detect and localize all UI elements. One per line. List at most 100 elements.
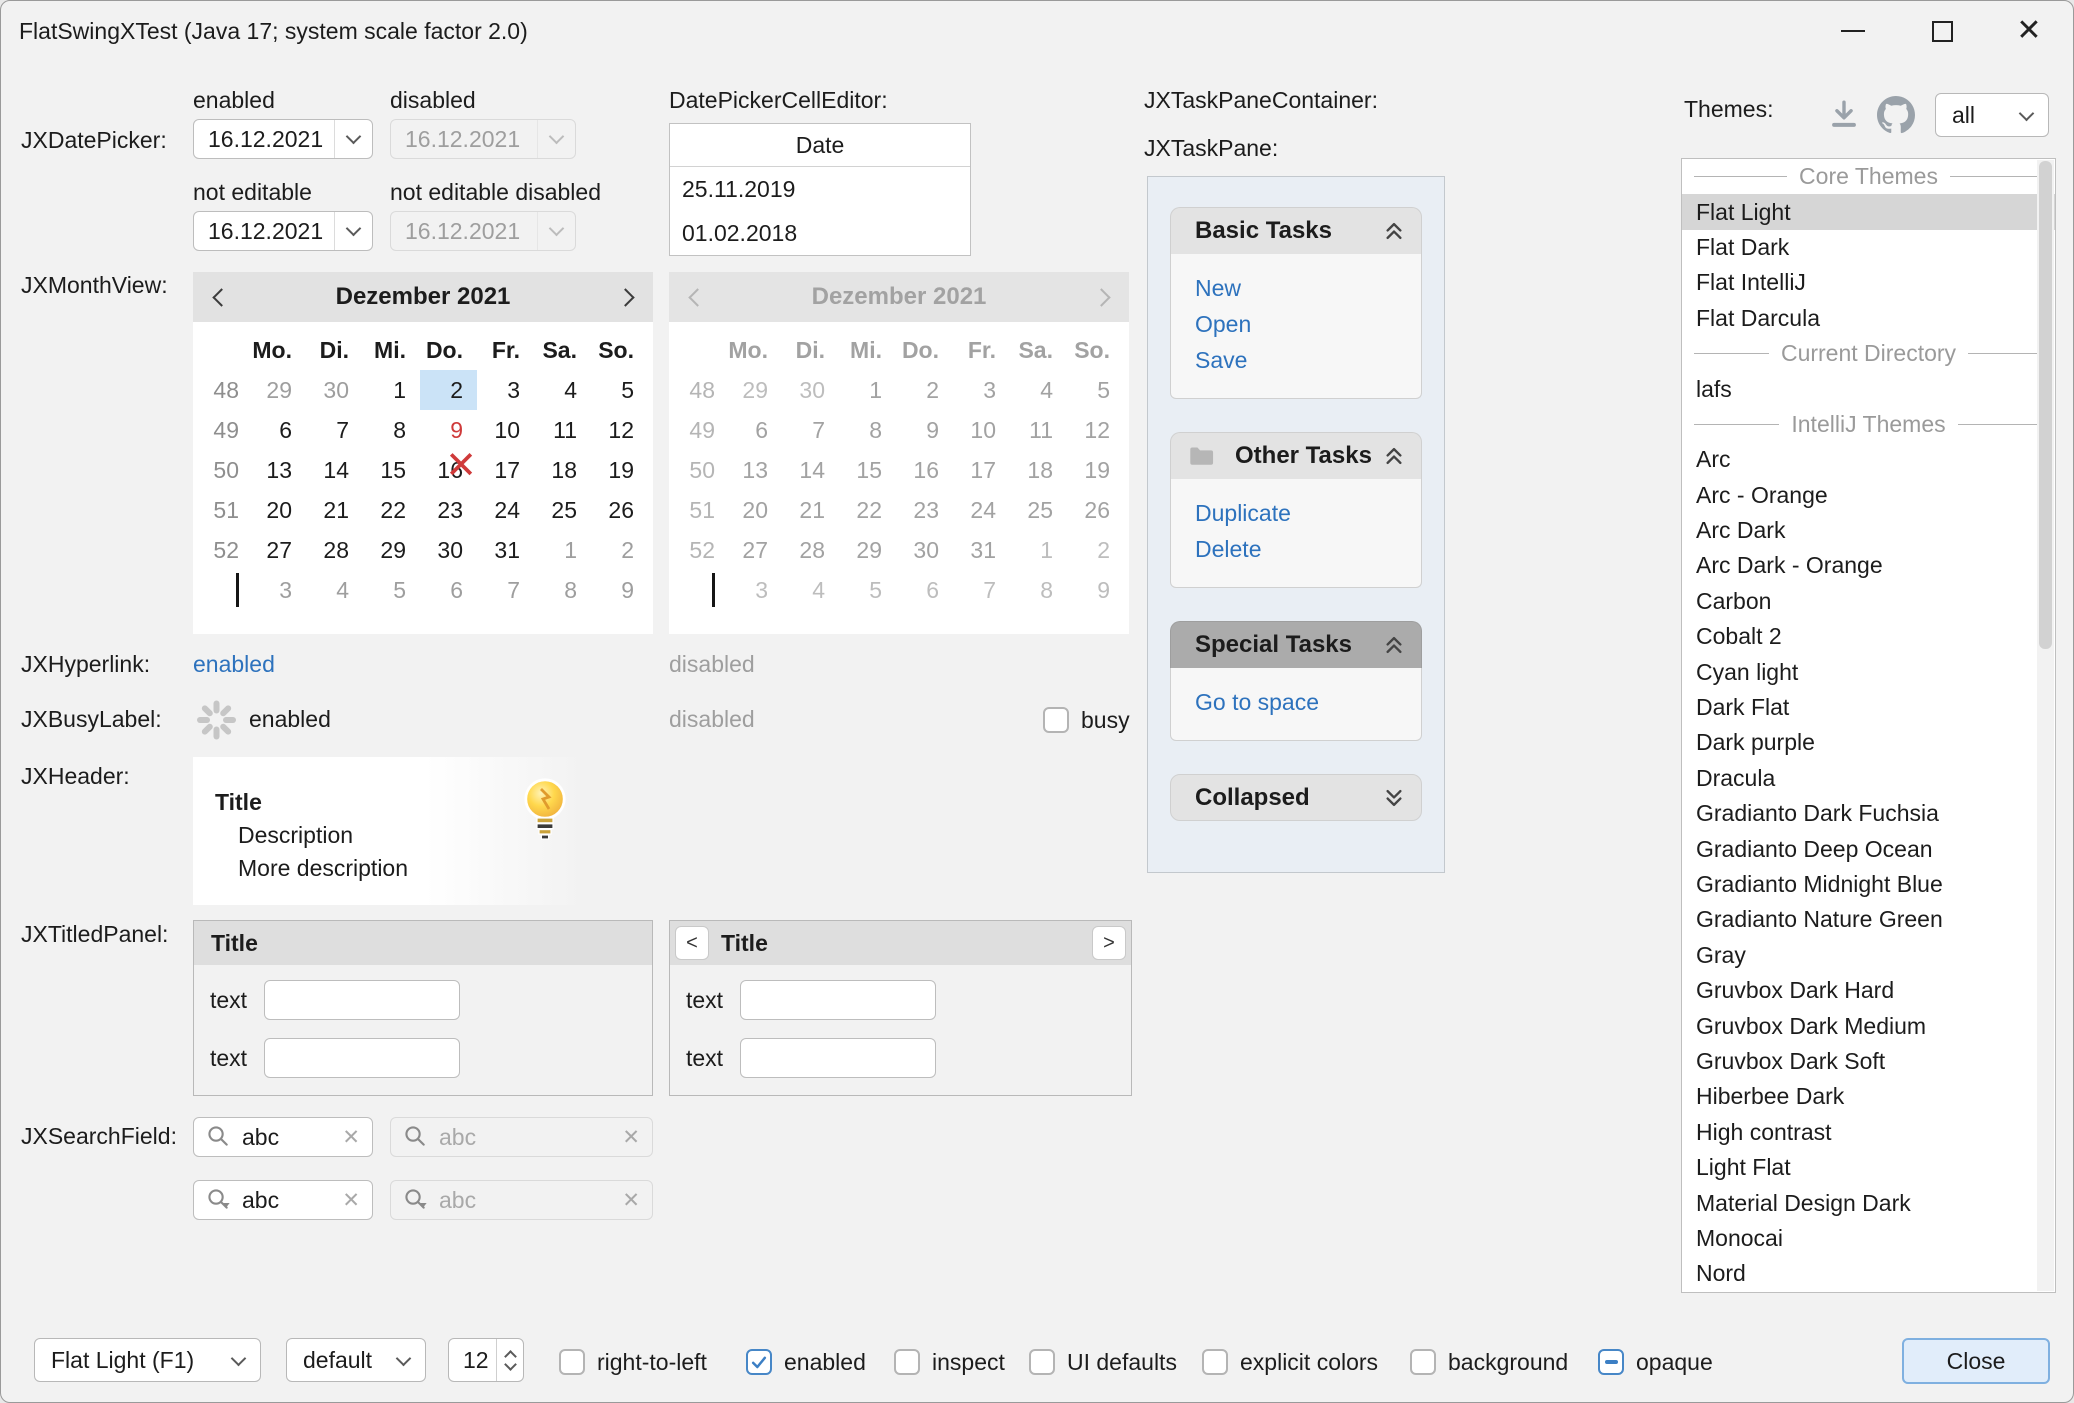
calendar-day[interactable]: 15 (363, 450, 420, 490)
checkbox-explicit-colors[interactable]: explicit colors (1202, 1340, 1378, 1384)
calendar-day[interactable]: 25 (534, 490, 591, 530)
scrollbar-thumb[interactable] (2039, 161, 2052, 649)
calendar-day[interactable]: 9 (420, 410, 477, 450)
maximize-button[interactable] (1910, 9, 1974, 53)
calendar-day[interactable]: 12 (591, 410, 648, 450)
task-pane-link[interactable]: New (1195, 270, 1421, 306)
calendar-day[interactable]: 11 (534, 410, 591, 450)
font-size-spinner[interactable]: 12 (448, 1338, 524, 1382)
laf-combo[interactable]: Flat Light (F1) (34, 1338, 261, 1382)
spinner-buttons[interactable] (496, 1339, 523, 1381)
calendar-day[interactable]: 19 (591, 450, 648, 490)
themes-filter-combo[interactable]: all (1935, 93, 2049, 137)
checkbox-opaque[interactable]: opaque (1598, 1340, 1713, 1384)
titled-panel-next-button[interactable]: > (1092, 926, 1126, 960)
close-window-button[interactable]: ✕ (1997, 9, 2061, 53)
theme-list-item[interactable]: Gruvbox Dark Hard (1682, 973, 2055, 1008)
calendar-day[interactable]: 9 (591, 570, 648, 610)
minimize-button[interactable] (1821, 9, 1885, 53)
theme-list-item[interactable]: Dark Flat (1682, 690, 2055, 725)
calendar-day[interactable]: 5 (363, 570, 420, 610)
text-input[interactable] (264, 1038, 460, 1078)
theme-list-item[interactable]: Flat Light (1682, 194, 2055, 229)
checkbox-enabled[interactable]: enabled (746, 1340, 866, 1384)
text-input[interactable] (740, 1038, 936, 1078)
calendar-day[interactable]: 27 (249, 530, 306, 570)
calendar-day[interactable]: 6 (420, 570, 477, 610)
calendar-day[interactable]: 18 (534, 450, 591, 490)
theme-list-item[interactable]: Cobalt 2 (1682, 619, 2055, 654)
calendar-day[interactable]: 4 (534, 370, 591, 410)
calendar-day[interactable]: 1 (534, 530, 591, 570)
checkbox-background[interactable]: background (1410, 1340, 1568, 1384)
checkbox-right-to-left[interactable]: right-to-left (559, 1340, 707, 1384)
theme-list-item[interactable]: Dracula (1682, 761, 2055, 796)
themes-scrollbar[interactable] (2037, 160, 2054, 1291)
calendar-day[interactable]: 8 (534, 570, 591, 610)
checkbox-ui-defaults[interactable]: UI defaults (1029, 1340, 1177, 1384)
text-input[interactable] (264, 980, 460, 1020)
busy-checkbox[interactable]: busy (1043, 698, 1130, 742)
calendar-day[interactable]: 23 (420, 490, 477, 530)
calendar-day[interactable]: 10 (477, 410, 534, 450)
text-input[interactable] (740, 980, 936, 1020)
theme-list-item[interactable]: Cyan light (1682, 654, 2055, 689)
calendar-day[interactable]: 16✕ (420, 450, 477, 490)
theme-list-item[interactable]: Light Flat (1682, 1150, 2055, 1185)
calendar-day[interactable]: 7 (306, 410, 363, 450)
task-pane-link[interactable]: Save (1195, 342, 1421, 378)
theme-list-item[interactable]: Monocai (1682, 1221, 2055, 1256)
calendar-day[interactable]: 14 (306, 450, 363, 490)
calendar-day[interactable]: 17 (477, 450, 534, 490)
theme-list-item[interactable]: Gruvbox Dark Medium (1682, 1008, 2055, 1043)
calendar-next-button[interactable] (597, 272, 653, 322)
date-picker-field[interactable]: 16.12.2021 (193, 211, 373, 251)
calendar-day[interactable]: 8 (363, 410, 420, 450)
theme-list-item[interactable]: Dark purple (1682, 725, 2055, 760)
calendar-day[interactable]: 3 (249, 570, 306, 610)
theme-list-item[interactable]: lafs (1682, 371, 2055, 406)
github-icon[interactable] (1877, 96, 1915, 134)
theme-list-item[interactable]: Gradianto Dark Fuchsia (1682, 796, 2055, 831)
clear-search-icon[interactable]: ✕ (342, 1125, 360, 1150)
calendar-day[interactable]: 26 (591, 490, 648, 530)
table-row[interactable]: 25.11.2019 (670, 167, 970, 211)
calendar-prev-button[interactable] (193, 272, 249, 322)
theme-list-item[interactable]: High contrast (1682, 1115, 2055, 1150)
theme-list-item[interactable]: Nord (1682, 1256, 2055, 1291)
theme-list-item[interactable]: Gradianto Midnight Blue (1682, 867, 2055, 902)
theme-list-item[interactable]: Material Design Dark (1682, 1185, 2055, 1220)
task-pane-link[interactable]: Delete (1195, 531, 1421, 567)
search-dropdown-icon[interactable] (206, 1187, 232, 1213)
calendar-day[interactable]: 29 (249, 370, 306, 410)
calendar-day[interactable]: 30 (306, 370, 363, 410)
date-picker-dropdown-button[interactable] (334, 212, 372, 250)
theme-list-item[interactable]: Gray (1682, 938, 2055, 973)
theme-list-item[interactable]: Gradianto Deep Ocean (1682, 831, 2055, 866)
task-pane-header[interactable]: Special Tasks (1170, 621, 1422, 668)
calendar-day[interactable]: 2 (591, 530, 648, 570)
task-pane-link[interactable]: Open (1195, 306, 1421, 342)
titled-panel-prev-button[interactable]: < (675, 926, 709, 960)
theme-list-item[interactable]: Arc Dark - Orange (1682, 548, 2055, 583)
table-row[interactable]: 01.02.2018 (670, 211, 970, 255)
calendar-day[interactable]: 4 (306, 570, 363, 610)
theme-list-item[interactable]: Arc (1682, 442, 2055, 477)
theme-list-item[interactable]: Flat Dark (1682, 230, 2055, 265)
calendar-day[interactable]: 7 (477, 570, 534, 610)
checkbox-inspect[interactable]: inspect (894, 1340, 1005, 1384)
calendar-day[interactable]: 31 (477, 530, 534, 570)
date-picker-field[interactable]: 16.12.2021 (193, 119, 373, 159)
font-combo[interactable]: default (286, 1338, 426, 1382)
task-pane-header[interactable]: Basic Tasks (1170, 207, 1422, 254)
calendar-day[interactable]: 20 (249, 490, 306, 530)
close-button[interactable]: Close (1902, 1338, 2050, 1384)
theme-list-item[interactable]: Gruvbox Dark Soft (1682, 1044, 2055, 1079)
task-pane-header[interactable]: Collapsed (1170, 774, 1422, 821)
theme-list-item[interactable]: Arc Dark (1682, 513, 2055, 548)
theme-list-item[interactable]: Carbon (1682, 584, 2055, 619)
theme-list-item[interactable]: Flat IntelliJ (1682, 265, 2055, 300)
search-field[interactable]: abc✕ (193, 1117, 373, 1157)
calendar-day[interactable]: 3 (477, 370, 534, 410)
calendar-day[interactable]: 13 (249, 450, 306, 490)
